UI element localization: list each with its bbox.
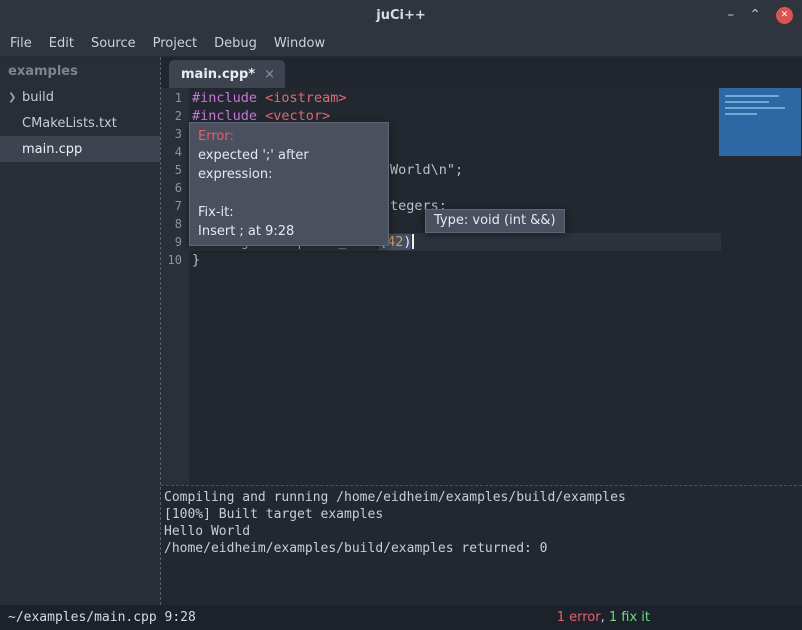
code-segment: ) — [403, 234, 411, 250]
minimap-code-line — [725, 107, 785, 109]
terminal-line: Hello World — [164, 523, 802, 540]
tab-close-icon[interactable]: × — [264, 67, 275, 82]
file-name: CMakeLists.txt — [22, 116, 117, 131]
tree-item-build[interactable]: ❯build — [0, 84, 160, 110]
diagnostics-separator: , — [601, 610, 609, 625]
code-segment: } — [192, 252, 200, 268]
code-segment: #include — [192, 90, 257, 106]
line-number: 9 — [161, 233, 189, 251]
code-text: } — [189, 251, 200, 269]
tooltip-error-title: Error: — [198, 127, 380, 146]
minimize-button[interactable]: – — [727, 7, 734, 24]
minimap-code-line — [725, 113, 757, 115]
line-number: 8 — [161, 215, 189, 233]
minimap-code-line — [725, 95, 779, 97]
close-button[interactable]: ✕ — [776, 7, 793, 24]
menu-item-window[interactable]: Window — [274, 36, 325, 51]
minimap-overview[interactable] — [719, 88, 801, 156]
diagnostics-summary: 1 error, 1 fix it — [557, 605, 650, 630]
window-controls: – ⌃ ✕ — [727, 0, 793, 30]
terminal-line: [100%] Built target examples — [164, 506, 802, 523]
code-segment: World\n"; — [390, 162, 463, 178]
app-window: juCi++ – ⌃ ✕ File Edit Source Project Debug W… — [0, 0, 802, 630]
tab-main-cpp[interactable]: main.cpp* × — [169, 60, 285, 88]
tooltip-error-message: expected ';' after expression: — [198, 146, 380, 184]
code-segment — [257, 90, 265, 106]
status-bar: ~/examples/main.cpp 9:28 1 error, 1 fix … — [0, 605, 802, 630]
menubar: File Edit Source Project Debug Window — [0, 30, 802, 57]
tooltip-fixit-text: Insert ; at 9:28 — [198, 222, 380, 241]
editor-line-10[interactable]: 10} — [161, 251, 802, 269]
file-name: main.cpp — [22, 142, 82, 157]
line-number: 5 — [161, 161, 189, 179]
code-segment: <iostream> — [265, 90, 346, 106]
menu-item-file[interactable]: File — [10, 36, 32, 51]
diagnostic-tooltip: Error: expected ';' after expression: Fi… — [189, 122, 389, 246]
line-number: 2 — [161, 107, 189, 125]
titlebar[interactable]: juCi++ – ⌃ ✕ — [0, 0, 802, 30]
fixit-count: 1 fix it — [609, 610, 650, 625]
menu-item-project[interactable]: Project — [153, 36, 197, 51]
line-number: 1 — [161, 89, 189, 107]
maximize-button[interactable]: ⌃ — [749, 7, 761, 24]
tooltip-fixit-title: Fix-it: — [198, 203, 380, 222]
terminal-output[interactable]: Compiling and running /home/eidheim/exam… — [161, 485, 802, 605]
project-root-label: examples — [0, 57, 160, 84]
text-cursor — [412, 234, 414, 249]
window-title: juCi++ — [376, 8, 426, 23]
tree-item-main-cpp[interactable]: main.cpp — [0, 136, 160, 162]
expander-icon[interactable]: ❯ — [8, 92, 22, 103]
tree-item-cmakelists-txt[interactable]: CMakeLists.txt — [0, 110, 160, 136]
terminal-line: Compiling and running /home/eidheim/exam… — [164, 489, 802, 506]
terminal-line: /home/eidheim/examples/build/examples re… — [164, 540, 802, 557]
editor-pane: main.cpp*× 1#include <iostream>2#include… — [160, 57, 802, 605]
line-number: 4 — [161, 143, 189, 161]
tab-label: main.cpp* — [181, 67, 255, 82]
code-segment: 42 — [387, 234, 403, 250]
editor-line-1[interactable]: 1#include <iostream> — [161, 89, 802, 107]
minimap-code-line — [725, 101, 769, 103]
menu-item-edit[interactable]: Edit — [49, 36, 74, 51]
cursor-location: ~/examples/main.cpp 9:28 — [8, 610, 196, 625]
line-number: 3 — [161, 125, 189, 143]
type-tooltip: Type: void (int &&) — [425, 209, 565, 233]
file-tree: ❯build CMakeLists.txt main.cpp — [0, 84, 160, 162]
error-count: 1 error — [557, 610, 601, 625]
line-number: 6 — [161, 179, 189, 197]
main-area: examples ❯build CMakeLists.txt main.cpp ma… — [0, 57, 802, 605]
line-number: 10 — [161, 251, 189, 269]
code-text: #include <iostream> — [189, 89, 346, 107]
menu-item-source[interactable]: Source — [91, 36, 136, 51]
tab-bar: main.cpp* × — [161, 57, 802, 88]
menu-item-debug[interactable]: Debug — [214, 36, 257, 51]
tooltip-spacer — [198, 184, 380, 203]
code-editor[interactable]: 1#include <iostream>2#include <vector>34… — [161, 88, 802, 485]
file-explorer: examples ❯build CMakeLists.txt main.cpp — [0, 57, 160, 605]
type-tooltip-text: Type: void (int &&) — [434, 213, 556, 228]
line-number: 7 — [161, 197, 189, 215]
file-name: build — [22, 90, 54, 105]
